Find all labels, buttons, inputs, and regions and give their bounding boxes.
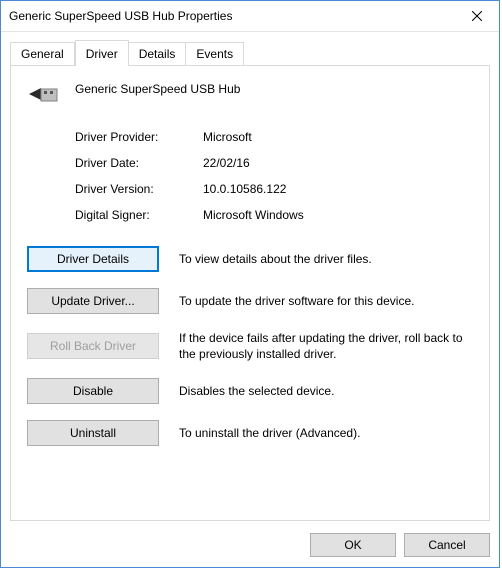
window-title: Generic SuperSpeed USB Hub Properties <box>9 9 455 23</box>
driver-version-value: 10.0.10586.122 <box>203 182 473 196</box>
update-driver-desc: To update the driver software for this d… <box>179 293 473 309</box>
disable-button[interactable]: Disable <box>27 378 159 404</box>
roll-back-driver-desc: If the device fails after updating the d… <box>179 330 473 362</box>
tabstrip: General Driver Details Events <box>10 40 490 65</box>
digital-signer-value: Microsoft Windows <box>203 208 473 222</box>
device-name: Generic SuperSpeed USB Hub <box>75 80 240 96</box>
driver-info: Driver Provider: Microsoft Driver Date: … <box>75 130 473 222</box>
tabpanel-driver: Generic SuperSpeed USB Hub Driver Provid… <box>10 65 490 521</box>
driver-details-button[interactable]: Driver Details <box>27 246 159 272</box>
uninstall-button[interactable]: Uninstall <box>27 420 159 446</box>
driver-details-desc: To view details about the driver files. <box>179 251 473 267</box>
usb-plug-icon <box>27 80 61 110</box>
titlebar: Generic SuperSpeed USB Hub Properties <box>1 1 499 32</box>
cancel-button[interactable]: Cancel <box>404 533 490 557</box>
tab-events[interactable]: Events <box>186 42 244 65</box>
update-driver-button[interactable]: Update Driver... <box>27 288 159 314</box>
client-area: General Driver Details Events Generic Su… <box>1 32 499 567</box>
uninstall-desc: To uninstall the driver (Advanced). <box>179 425 473 441</box>
roll-back-driver-button: Roll Back Driver <box>27 333 159 359</box>
close-icon <box>472 11 482 21</box>
digital-signer-label: Digital Signer: <box>75 208 195 222</box>
tab-driver[interactable]: Driver <box>75 40 129 66</box>
actions: Driver Details To view details about the… <box>27 246 473 446</box>
ok-button[interactable]: OK <box>310 533 396 557</box>
driver-provider-value: Microsoft <box>203 130 473 144</box>
device-header: Generic SuperSpeed USB Hub <box>27 80 473 110</box>
driver-provider-label: Driver Provider: <box>75 130 195 144</box>
properties-dialog: Generic SuperSpeed USB Hub Properties Ge… <box>0 0 500 568</box>
driver-date-label: Driver Date: <box>75 156 195 170</box>
tab-general[interactable]: General <box>10 42 75 65</box>
driver-version-label: Driver Version: <box>75 182 195 196</box>
dialog-buttons: OK Cancel <box>10 521 490 557</box>
driver-date-value: 22/02/16 <box>203 156 473 170</box>
disable-desc: Disables the selected device. <box>179 383 473 399</box>
tab-details[interactable]: Details <box>129 42 187 65</box>
close-button[interactable] <box>455 1 499 31</box>
